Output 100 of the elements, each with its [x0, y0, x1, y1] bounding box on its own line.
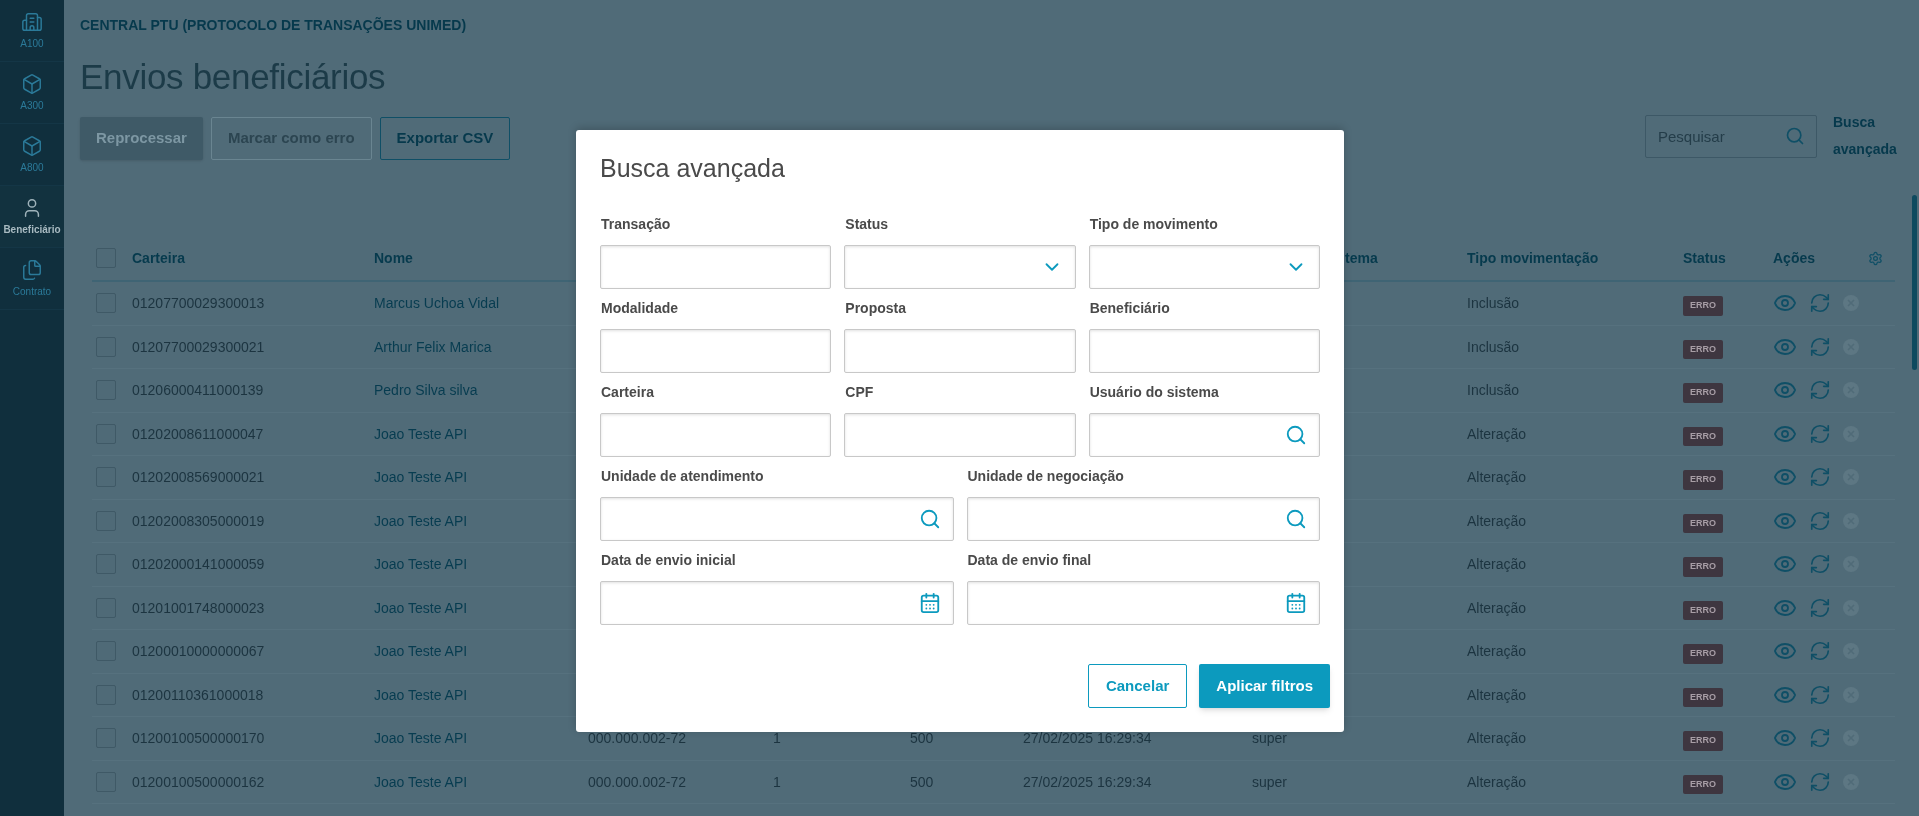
refresh-icon[interactable]	[1809, 422, 1831, 445]
refresh-icon[interactable]	[1809, 640, 1831, 663]
status-badge: ERRO	[1683, 470, 1723, 490]
name-link[interactable]: Joao Teste API	[374, 686, 468, 703]
select-field[interactable]	[1088, 244, 1320, 289]
calendar-icon[interactable]	[918, 591, 941, 614]
refresh-icon[interactable]	[1809, 335, 1831, 358]
refresh-icon[interactable]	[1809, 683, 1831, 706]
table-cell: Alteração	[1467, 773, 1527, 790]
status-badge: ERRO	[1683, 339, 1723, 359]
table-cell: 01200110361000018	[132, 686, 264, 703]
status-badge: ERRO	[1683, 383, 1723, 403]
action-button[interactable]: Exportar CSV	[379, 117, 511, 160]
refresh-icon[interactable]	[1809, 292, 1831, 315]
table-cell: 01200100500000162	[132, 773, 265, 790]
table-cell: Alteração	[1467, 425, 1527, 442]
date-field[interactable]	[966, 580, 1320, 625]
refresh-icon[interactable]	[1809, 727, 1831, 750]
name-link[interactable]: Joao Teste API	[374, 469, 468, 486]
table-cell: 1	[773, 773, 781, 790]
table-cell: 000.000.002-72	[588, 773, 687, 790]
input-field[interactable]	[600, 328, 832, 373]
name-link[interactable]: Joao Teste API	[374, 556, 468, 573]
table-cell: Alteração	[1467, 730, 1527, 747]
table-cell: 000.000.002-72	[588, 730, 687, 747]
advanced-search-link[interactable]: Busca avançada	[1833, 108, 1903, 163]
table-cell: 01200100500000170	[132, 730, 265, 747]
sidebar-item[interactable]: A300	[0, 62, 64, 124]
date-field[interactable]	[600, 580, 954, 625]
input-field[interactable]	[844, 328, 1076, 373]
search-icon[interactable]	[1285, 507, 1307, 530]
search-icon[interactable]	[1785, 125, 1805, 146]
sidebar-item[interactable]: A100	[0, 0, 64, 62]
name-link[interactable]: Joao Teste API	[374, 730, 468, 747]
table-cell: 27/02/2025 16:29:34	[1023, 730, 1152, 747]
box-icon	[21, 72, 43, 95]
table-cell: 01200010000000067	[132, 643, 265, 660]
refresh-icon[interactable]	[1809, 596, 1831, 619]
input-field[interactable]	[844, 412, 1076, 457]
name-link[interactable]: Arthur Felix Marica	[374, 338, 492, 355]
refresh-icon[interactable]	[1809, 379, 1831, 402]
name-link[interactable]: Joao Teste API	[374, 773, 468, 790]
refresh-icon[interactable]	[1809, 770, 1831, 793]
name-link[interactable]: Pedro Silva silva	[374, 382, 478, 399]
table-cell: Alteração	[1467, 556, 1527, 573]
table-cell: Alteração	[1467, 512, 1527, 529]
table-cell: 27/02/2025 16:29:34	[1023, 773, 1152, 790]
field-label: Modalidade	[600, 299, 679, 316]
input-field[interactable]	[1088, 328, 1320, 373]
box-icon	[21, 134, 43, 157]
name-link[interactable]: Joao Teste API	[374, 599, 468, 616]
status-badge: ERRO	[1683, 513, 1723, 533]
column-header: Tipo movimentação	[1467, 250, 1599, 266]
field-label: CPF	[844, 383, 875, 400]
column-header: tema	[1345, 250, 1378, 266]
dialog-button[interactable]: Aplicar filtros	[1199, 664, 1330, 708]
search-icon[interactable]	[1285, 423, 1307, 446]
name-link[interactable]: Marcus Uchoa Vidal	[374, 295, 500, 312]
table-cell: super	[1252, 730, 1288, 747]
input-field[interactable]	[600, 496, 954, 541]
settings-icon[interactable]	[1868, 250, 1883, 266]
table-cell: 500	[910, 773, 934, 790]
name-link[interactable]: Joao Teste API	[374, 425, 468, 442]
input-field[interactable]	[600, 412, 832, 457]
calendar-icon[interactable]	[1285, 591, 1307, 614]
refresh-icon[interactable]	[1809, 553, 1831, 576]
table-cell: 01207700029300013	[132, 295, 265, 312]
search-icon[interactable]	[918, 507, 941, 530]
status-badge: ERRO	[1683, 774, 1723, 794]
refresh-icon[interactable]	[1809, 509, 1831, 532]
table-cell: super	[1252, 773, 1288, 790]
select-field[interactable]	[844, 244, 1076, 289]
name-link[interactable]: Joao Teste API	[374, 643, 468, 660]
field-label: Unidade de negociação	[966, 467, 1125, 484]
refresh-icon[interactable]	[1809, 466, 1831, 489]
table-cell: 01207700029300021	[132, 338, 265, 355]
status-badge: ERRO	[1683, 687, 1723, 707]
table-cell: 01202008305000019	[132, 512, 265, 529]
input-field[interactable]	[966, 496, 1320, 541]
field-label: Tipo de movimento	[1088, 215, 1219, 232]
sidebar-item[interactable]: Contrato	[0, 248, 64, 310]
building-icon	[21, 10, 43, 33]
scrollbar-thumb[interactable]	[1912, 195, 1917, 370]
status-badge: ERRO	[1683, 600, 1723, 620]
status-badge: ERRO	[1683, 644, 1723, 664]
dialog-button[interactable]: Cancelar	[1087, 664, 1188, 708]
table-cell: 500	[910, 730, 934, 747]
table-cell: Inclusão	[1467, 338, 1520, 355]
field-label: Proposta	[844, 299, 907, 316]
table-cell: Alteração	[1467, 686, 1527, 703]
field-label: Beneficiário	[1088, 299, 1171, 316]
input-field[interactable]	[1088, 412, 1320, 457]
status-badge: ERRO	[1683, 731, 1723, 751]
table-cell: 1	[773, 730, 781, 747]
status-badge: ERRO	[1683, 557, 1723, 577]
field-label: Transação	[600, 215, 672, 232]
name-link[interactable]: Joao Teste API	[374, 512, 468, 529]
table-cell: Inclusão	[1467, 382, 1520, 399]
input-field[interactable]	[600, 244, 832, 289]
table-cell: Alteração	[1467, 469, 1527, 486]
